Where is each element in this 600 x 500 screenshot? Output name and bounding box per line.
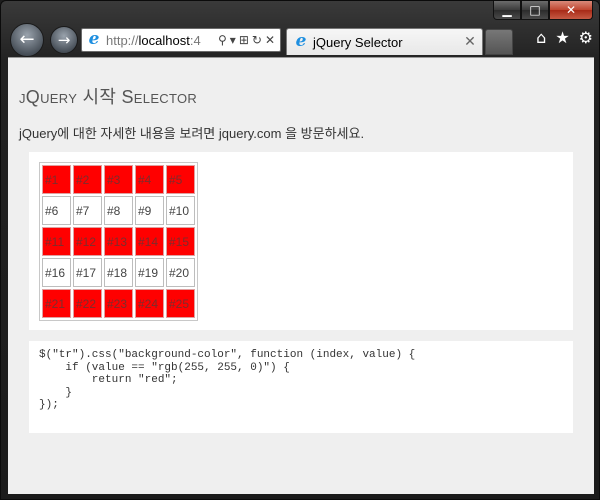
table-cell: #5 bbox=[166, 165, 195, 194]
table-cell: #7 bbox=[73, 196, 102, 225]
demo-panel: #1 #2 #3 #4 #5 #6 #7 #8 #9 #10 #11 #12 #13 #14 #15 #16 #… bbox=[29, 152, 573, 330]
compatibility-view-icon[interactable]: ⊞ bbox=[239, 33, 249, 47]
code-panel: $("tr").css("background-color", function… bbox=[29, 341, 573, 433]
table-cell: #17 bbox=[73, 258, 102, 287]
refresh-icon[interactable]: ↻ bbox=[252, 33, 262, 47]
back-button[interactable]: ← bbox=[10, 23, 44, 57]
table-cell: #12 bbox=[73, 227, 102, 256]
table-cell: #8 bbox=[104, 196, 133, 225]
code-snippet: $("tr").css("background-color", function… bbox=[39, 349, 416, 411]
table-cell: #9 bbox=[135, 196, 164, 225]
forward-button[interactable]: → bbox=[50, 26, 78, 54]
dropdown-icon[interactable]: ▾ bbox=[230, 33, 236, 47]
table-cell: #15 bbox=[166, 227, 195, 256]
table-cell: #16 bbox=[42, 258, 71, 287]
new-tab-button[interactable] bbox=[485, 29, 513, 55]
ie-logo-icon: e bbox=[88, 29, 100, 49]
navigation-bar: ← → e http://localhost:4 ⚲ ▾ ⊞ ↻ ✕ e jQu… bbox=[1, 21, 600, 57]
table-row: #11 #12 #13 #14 #15 bbox=[42, 227, 195, 256]
page-description: jQuery에 대한 자세한 내용을 보려면 jquery.com 을 방문하세… bbox=[19, 126, 365, 141]
url-port: :4 bbox=[189, 32, 201, 48]
minimize-button[interactable]: ▁ bbox=[493, 1, 521, 20]
table-cell: #20 bbox=[166, 258, 195, 287]
table-cell: #10 bbox=[166, 196, 195, 225]
table-cell: #6 bbox=[42, 196, 71, 225]
table-cell: #4 bbox=[135, 165, 164, 194]
table-cell: #19 bbox=[135, 258, 164, 287]
table-cell: #2 bbox=[73, 165, 102, 194]
table-cell: #13 bbox=[104, 227, 133, 256]
gear-icon[interactable]: ⚙ bbox=[579, 28, 593, 47]
table-row: #16 #17 #18 #19 #20 bbox=[42, 258, 195, 287]
table-row: #6 #7 #8 #9 #10 bbox=[42, 196, 195, 225]
table-cell: #1 bbox=[42, 165, 71, 194]
url-scheme: http:// bbox=[106, 32, 139, 48]
table-cell: #21 bbox=[42, 289, 71, 318]
numbered-grid-table: #1 #2 #3 #4 #5 #6 #7 #8 #9 #10 #11 #12 #13 #14 #15 #16 #… bbox=[39, 162, 198, 321]
table-cell: #25 bbox=[166, 289, 195, 318]
page-viewport: jQuery 시작 Selector jQuery에 대한 자세한 내용을 보려… bbox=[8, 57, 594, 494]
browser-window: ▁ □ ✕ ← → e http://localhost:4 ⚲ ▾ ⊞ ↻ ✕… bbox=[0, 0, 600, 500]
maximize-button[interactable]: □ bbox=[521, 1, 549, 20]
url-host: localhost bbox=[138, 32, 190, 48]
table-cell: #23 bbox=[104, 289, 133, 318]
table-cell: #24 bbox=[135, 289, 164, 318]
ie-logo-icon: e bbox=[295, 31, 307, 51]
page-title: jQuery 시작 Selector bbox=[19, 87, 198, 107]
table-cell: #14 bbox=[135, 227, 164, 256]
table-row: #21 #22 #23 #24 #25 bbox=[42, 289, 195, 318]
window-controls: ▁ □ ✕ bbox=[493, 1, 593, 20]
arrow-left-icon: ← bbox=[19, 29, 35, 50]
tab-close-icon[interactable]: ✕ bbox=[462, 34, 478, 50]
arrow-right-icon: → bbox=[57, 31, 71, 49]
command-icons: ⌂ ★ ⚙ bbox=[536, 28, 593, 47]
address-url[interactable]: http://localhost:4 bbox=[106, 33, 216, 48]
address-actions: ⚲ ▾ ⊞ ↻ ✕ bbox=[218, 33, 275, 47]
table-cell: #22 bbox=[73, 289, 102, 318]
tab-title: jQuery Selector bbox=[313, 34, 403, 50]
tab-jquery-selector[interactable]: e jQuery Selector ✕ bbox=[286, 28, 483, 55]
star-icon[interactable]: ★ bbox=[555, 28, 569, 47]
address-bar[interactable]: e http://localhost:4 ⚲ ▾ ⊞ ↻ ✕ bbox=[81, 28, 281, 52]
stop-icon[interactable]: ✕ bbox=[265, 33, 275, 47]
table-cell: #11 bbox=[42, 227, 71, 256]
home-icon[interactable]: ⌂ bbox=[536, 28, 546, 47]
table-cell: #3 bbox=[104, 165, 133, 194]
table-cell: #18 bbox=[104, 258, 133, 287]
search-icon[interactable]: ⚲ bbox=[218, 33, 227, 47]
close-button[interactable]: ✕ bbox=[549, 1, 593, 20]
table-row: #1 #2 #3 #4 #5 bbox=[42, 165, 195, 194]
